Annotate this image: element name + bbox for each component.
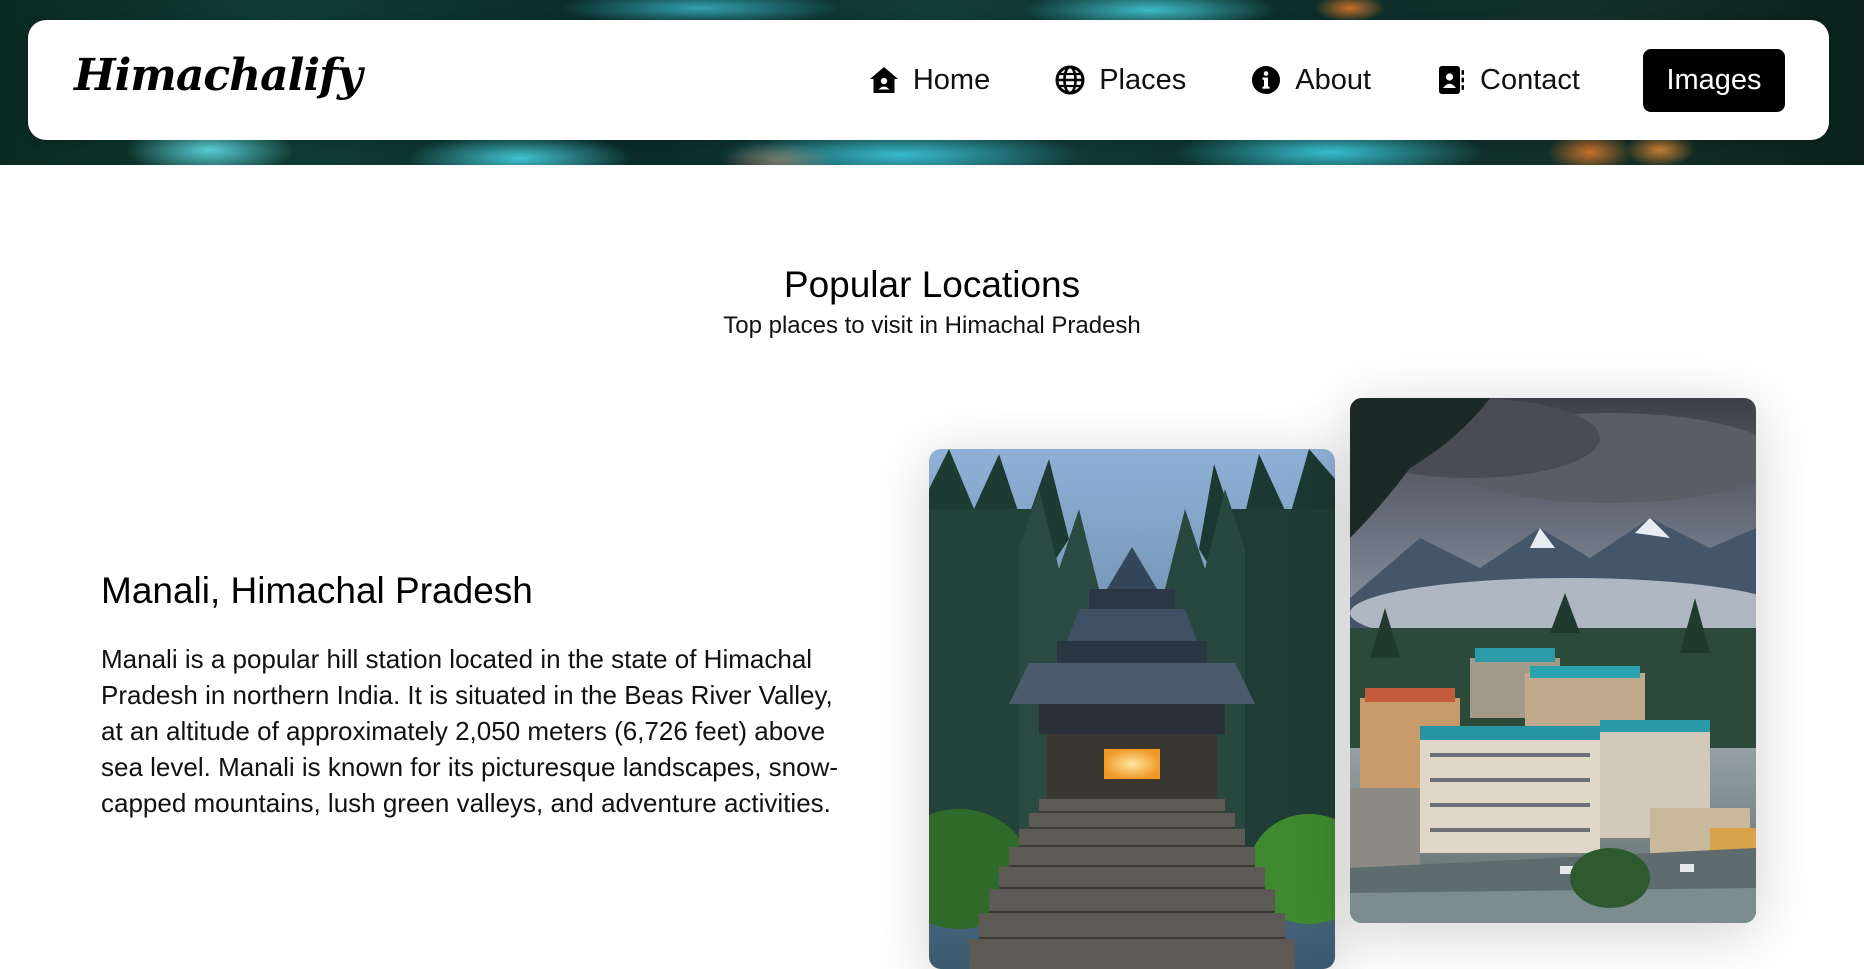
manali-town-photo <box>1350 398 1756 923</box>
temple-photo <box>929 449 1335 969</box>
nav-home-link[interactable]: Home <box>867 63 990 97</box>
location-card: Manali, Himachal Pradesh Manali is a pop… <box>101 565 851 821</box>
section-title: Popular Locations <box>783 264 1081 305</box>
nav-home-label: Home <box>912 63 991 96</box>
globe-icon <box>1053 63 1087 97</box>
popular-locations-header: Popular Locations Top places to visit in… <box>0 262 1864 342</box>
location-title: Manali, Himachal Pradesh <box>101 570 533 611</box>
images-button[interactable]: Images <box>1643 48 1785 112</box>
brand-logo[interactable]: Himachalify <box>74 48 363 104</box>
nav-about-link[interactable]: About <box>1249 63 1371 97</box>
location-description: Manali is a popular hill station located… <box>101 644 839 818</box>
contact-book-icon <box>1434 63 1468 97</box>
nav-about-label: About <box>1295 63 1372 96</box>
nav-places-link[interactable]: Places <box>1053 63 1186 97</box>
nav-contact-link[interactable]: Contact <box>1434 63 1580 97</box>
nav-contact-label: Contact <box>1480 63 1580 96</box>
section-subtitle: Top places to visit in Himachal Pradesh <box>723 312 1141 339</box>
info-icon <box>1249 63 1283 97</box>
navbar: Himachalify Home Places About Contact Im… <box>28 20 1829 140</box>
nav-places-label: Places <box>1099 63 1187 96</box>
hero-banner: Himachalify Home Places About Contact Im… <box>0 0 1864 165</box>
home-icon <box>867 63 901 97</box>
nav-menu: Home Places About Contact Images <box>867 20 1785 140</box>
